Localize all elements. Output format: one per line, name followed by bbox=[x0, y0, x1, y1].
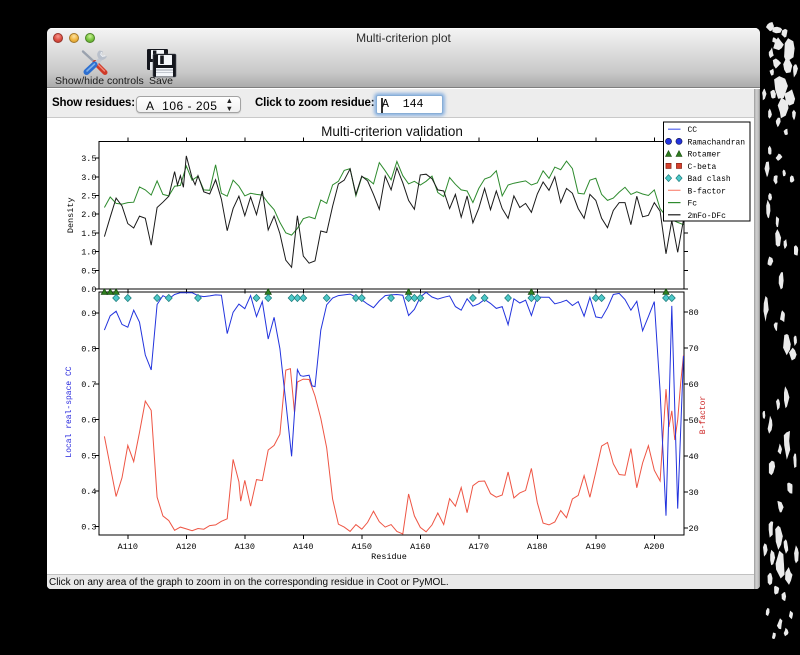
svg-text:0.6: 0.6 bbox=[81, 416, 96, 426]
svg-text:0.9: 0.9 bbox=[81, 309, 96, 319]
svg-text:A160: A160 bbox=[410, 542, 430, 552]
svg-text:0.4: 0.4 bbox=[81, 487, 96, 497]
svg-text:A170: A170 bbox=[469, 542, 489, 552]
svg-text:A140: A140 bbox=[293, 542, 313, 552]
svg-text:70: 70 bbox=[689, 344, 699, 354]
svg-text:Residue: Residue bbox=[371, 552, 407, 562]
svg-text:0.0: 0.0 bbox=[81, 285, 96, 295]
svg-text:A120: A120 bbox=[176, 542, 196, 552]
svg-text:80: 80 bbox=[689, 308, 699, 318]
svg-text:A180: A180 bbox=[527, 542, 547, 552]
svg-text:Multi-criterion validation: Multi-criterion validation bbox=[321, 124, 463, 139]
svg-text:A150: A150 bbox=[352, 542, 372, 552]
svg-text:0.7: 0.7 bbox=[81, 380, 96, 390]
svg-text:1.0: 1.0 bbox=[81, 248, 96, 258]
svg-text:2.5: 2.5 bbox=[81, 192, 96, 202]
svg-text:A200: A200 bbox=[644, 542, 664, 552]
svg-text:50: 50 bbox=[689, 416, 699, 426]
svg-text:2mFo-DFc: 2mFo-DFc bbox=[688, 212, 727, 221]
svg-text:0.3: 0.3 bbox=[81, 522, 96, 532]
svg-text:3.0: 3.0 bbox=[81, 173, 96, 183]
svg-text:C-beta: C-beta bbox=[688, 163, 717, 172]
svg-text:CC: CC bbox=[688, 126, 698, 135]
svg-text:Bad clash: Bad clash bbox=[688, 175, 731, 184]
svg-text:Density: Density bbox=[66, 197, 76, 233]
svg-text:Rotamer: Rotamer bbox=[688, 151, 722, 160]
svg-text:Fc: Fc bbox=[688, 200, 698, 209]
svg-text:A110: A110 bbox=[118, 542, 138, 552]
svg-text:B-factor: B-factor bbox=[699, 396, 708, 435]
svg-text:B-factor: B-factor bbox=[688, 187, 727, 196]
svg-text:A190: A190 bbox=[586, 542, 606, 552]
svg-text:A130: A130 bbox=[235, 542, 255, 552]
svg-text:Local real-space CC: Local real-space CC bbox=[65, 366, 74, 457]
svg-text:0.5: 0.5 bbox=[81, 451, 96, 461]
svg-text:1.5: 1.5 bbox=[81, 229, 96, 239]
svg-text:2.0: 2.0 bbox=[81, 210, 96, 220]
svg-text:0.5: 0.5 bbox=[81, 266, 96, 276]
svg-text:0.8: 0.8 bbox=[81, 345, 96, 355]
svg-text:30: 30 bbox=[689, 488, 699, 498]
svg-text:3.5: 3.5 bbox=[81, 154, 96, 164]
svg-text:20: 20 bbox=[689, 524, 699, 534]
svg-text:Ramachandran: Ramachandran bbox=[688, 138, 746, 147]
svg-text:60: 60 bbox=[689, 380, 699, 390]
svg-text:40: 40 bbox=[689, 452, 699, 462]
